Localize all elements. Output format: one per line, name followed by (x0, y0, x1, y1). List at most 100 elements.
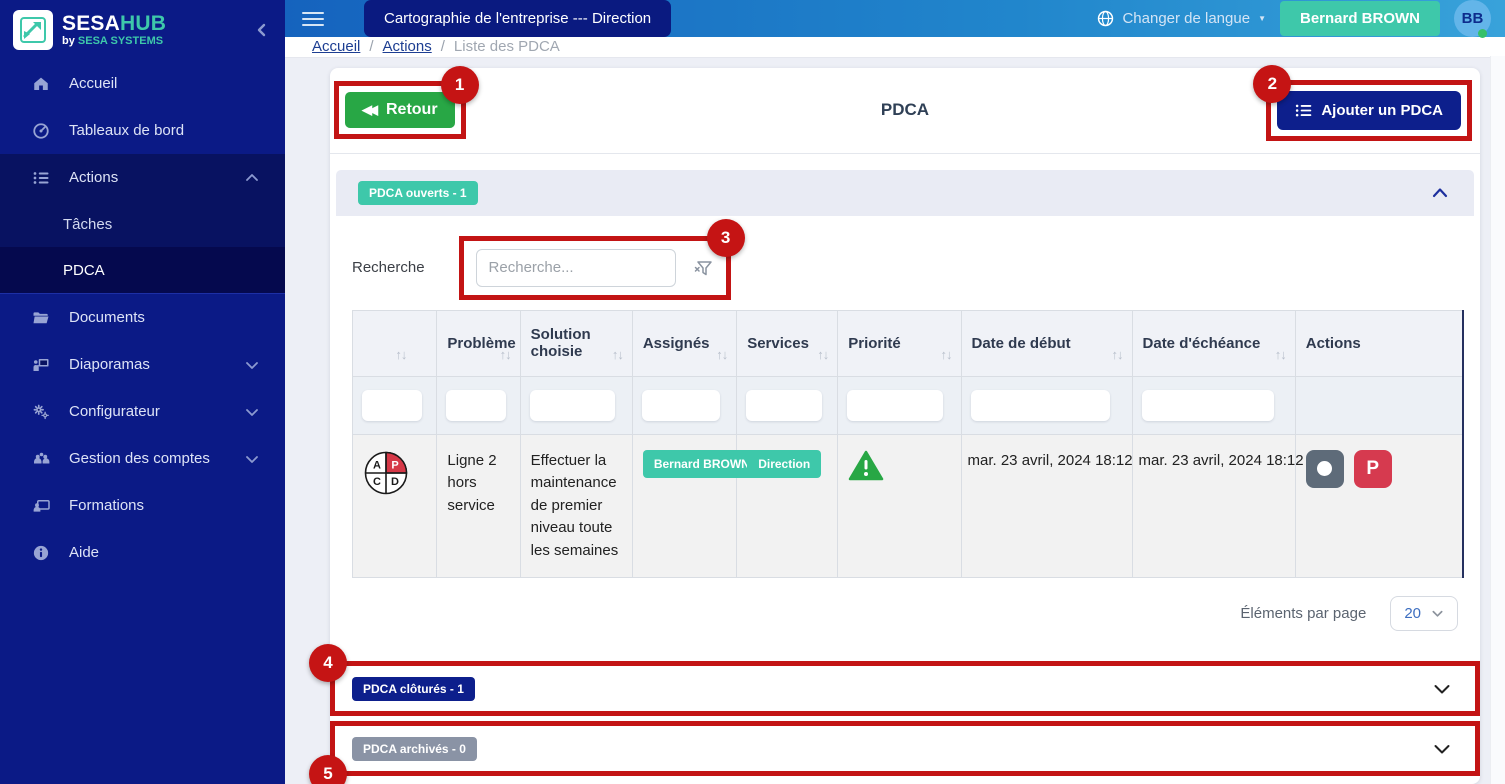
column-header-services[interactable]: Services ↑↓ (736, 309, 839, 377)
list-add-icon (1295, 103, 1312, 118)
column-header-solution-choisie[interactable]: Solution choisie ↑↓ (519, 309, 633, 377)
filter-input-priorite[interactable] (847, 389, 944, 421)
due-date-cell: mar. 23 avril, 2024 18:12 (1131, 433, 1304, 578)
sidebar-subitem-label: PDCA (63, 261, 105, 279)
table-filter-row (351, 375, 1464, 435)
filter-input-date-debut[interactable] (970, 389, 1111, 421)
sort-icon[interactable]: ↑↓ (817, 347, 829, 362)
avatar[interactable]: BB (1454, 0, 1491, 38)
breadcrumb: Accueil / Actions / Liste des PDCA (285, 37, 1505, 58)
page-scrollbar[interactable] (1490, 56, 1505, 784)
section-pdca-open-body: Recherche 3 (330, 216, 1480, 650)
sidebar-item-label: Accueil (69, 75, 118, 92)
brand-name: SESAHUB by SESA SYSTEMS (62, 13, 166, 47)
search-row: Recherche 3 (352, 218, 1464, 300)
column-label: Solution choisie (530, 326, 591, 360)
sidebar-item-pdca[interactable]: PDCA (0, 247, 285, 293)
column-header-actions: Actions (1294, 309, 1464, 377)
dot-icon (1317, 461, 1333, 476)
sort-icon[interactable]: ↑↓ (1112, 347, 1124, 362)
chevron-down-icon[interactable] (1431, 738, 1453, 760)
sort-icon[interactable]: ↑↓ (941, 347, 953, 362)
column-header-sort[interactable]: ↑↓ (351, 309, 438, 377)
filter-input-services[interactable] (746, 389, 822, 421)
sesahub-logo-icon[interactable] (13, 10, 53, 50)
breadcrumb-separator: / (440, 38, 445, 56)
annotation-number-2: 2 (1253, 64, 1292, 103)
pdca-detail-button[interactable]: P (1353, 449, 1392, 488)
breadcrumb-actions[interactable]: Actions (383, 38, 432, 55)
sidebar-item-gestion-des-comptes[interactable]: Gestion des comptes (0, 435, 285, 482)
section-pdca-closed-header[interactable]: PDCA clôturés - 1 (335, 666, 1475, 711)
page-title: Cartographie de l'entreprise --- Directi… (364, 0, 672, 37)
annotation-number-4: 4 (309, 644, 347, 682)
column-header-date-debut[interactable]: Date de début ↑↓ (960, 309, 1133, 377)
sidebar-item-aide[interactable]: Aide (0, 529, 285, 576)
sidebar-nav: Accueil Tableaux de bord Actions Tâches … (0, 60, 285, 576)
sidebar-item-accueil[interactable]: Accueil (0, 60, 285, 107)
language-dropdown[interactable]: Changer de langue ▼ (1097, 10, 1266, 27)
breadcrumb-current: Liste des PDCA (453, 38, 560, 56)
sidebar-item-label: Gestion des comptes (69, 450, 210, 467)
sort-icon[interactable]: ↑↓ (612, 347, 624, 362)
user-button[interactable]: Bernard BROWN (1279, 1, 1440, 36)
section-pdca-archived-header[interactable]: PDCA archivés - 0 (335, 726, 1475, 771)
assignee-cell: Bernard BROWN (631, 433, 761, 578)
sort-icon[interactable]: ↑↓ (716, 347, 728, 362)
sidebar-item-actions[interactable]: Actions (0, 154, 285, 201)
solution-cell: Effectuer la maintenance de premier nive… (519, 433, 633, 578)
sidebar-item-formations[interactable]: Formations (0, 482, 285, 529)
filter-input-probleme[interactable] (446, 389, 506, 421)
per-page-select[interactable]: 20 (1390, 596, 1458, 631)
sidebar-item-diaporamas[interactable]: Diaporamas (0, 341, 285, 388)
card-header: ◀◀ Retour 1 PDCA Ajouter un PDCA 2 (330, 64, 1480, 154)
service-badge: Direction (747, 449, 822, 478)
breadcrumb-accueil[interactable]: Accueil (312, 38, 360, 55)
status-dot-button[interactable] (1305, 449, 1344, 488)
column-header-date-echeance[interactable]: Date d'échéance ↑↓ (1131, 309, 1296, 377)
table-row: A P C D Ligne 2 hors service Effectuer l… (351, 433, 1464, 578)
column-label: Services (747, 334, 809, 352)
hamburger-menu-icon[interactable] (302, 11, 324, 26)
add-pdca-button[interactable]: Ajouter un PDCA (1277, 90, 1461, 130)
sidebar-item-documents[interactable]: Documents (0, 294, 285, 341)
chevron-up-icon[interactable] (1430, 183, 1450, 203)
sidebar-item-configurateur[interactable]: Configurateur (0, 388, 285, 435)
problem-cell: Ligne 2 hors service (436, 433, 521, 578)
filter-input-assignes[interactable] (641, 389, 721, 421)
filter-input-date-echeance[interactable] (1141, 389, 1275, 421)
priority-warning-icon (849, 450, 884, 480)
sidebar-item-label: Diaporamas (69, 356, 150, 373)
search-label: Recherche (352, 259, 425, 276)
topbar-right: Changer de langue ▼ Bernard BROWN BB (1097, 0, 1491, 38)
back-button[interactable]: ◀◀ Retour (345, 92, 455, 128)
sort-icon[interactable]: ↑↓ (500, 347, 512, 362)
chevron-up-icon (245, 171, 259, 185)
search-input[interactable] (475, 248, 676, 287)
annotation-box-5: PDCA archivés - 0 5 (309, 721, 1480, 784)
chevron-down-icon (245, 405, 259, 419)
users-icon (30, 450, 52, 468)
sort-icon[interactable]: ↑↓ (395, 347, 407, 362)
section-pdca-open-header[interactable]: PDCA ouverts - 1 (336, 169, 1474, 216)
column-header-probleme[interactable]: Problème ↑↓ (436, 309, 521, 377)
sidebar-item-tableaux-de-bord[interactable]: Tableaux de bord (0, 107, 285, 154)
filter-clear-icon[interactable] (692, 257, 714, 279)
add-pdca-label: Ajouter un PDCA (1321, 101, 1443, 119)
filter-input-wheel[interactable] (362, 389, 423, 421)
column-header-assignes[interactable]: Assignés ↑↓ (631, 309, 738, 377)
sort-icon[interactable]: ↑↓ (1275, 347, 1287, 362)
column-header-priorite[interactable]: Priorité ↑↓ (837, 309, 962, 377)
sidebar-subitem-label: Tâches (63, 215, 113, 233)
sidebar-item-taches[interactable]: Tâches (0, 201, 285, 247)
filter-input-solution[interactable] (529, 389, 616, 421)
sidebar-collapse-icon[interactable] (255, 23, 269, 37)
priority-cell (837, 433, 962, 578)
service-cell: Direction (736, 433, 839, 578)
sidebar-item-label: Tableaux de bord (69, 122, 185, 139)
column-label: Assignés (642, 334, 710, 352)
pagination: Éléments par page 20 (352, 578, 1464, 643)
breadcrumb-separator: / (369, 38, 374, 56)
chevron-down-icon[interactable] (1431, 678, 1453, 700)
home-icon (30, 75, 52, 93)
